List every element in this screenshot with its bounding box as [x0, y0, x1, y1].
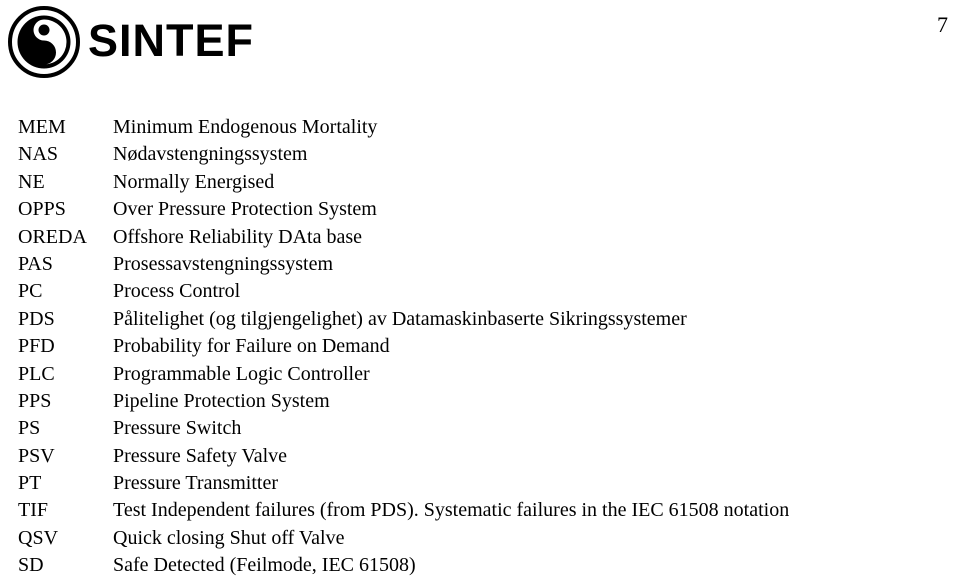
abbreviation-term: OREDA [18, 225, 87, 248]
abbreviation-row: SD Safe Detected (Feilmode, IEC 61508) [0, 552, 960, 579]
abbreviation-term: QSV [18, 526, 59, 549]
abbreviation-term: PT [18, 472, 42, 495]
page-number: 7 [937, 12, 948, 37]
abbreviation-definition: Test Independent failures (from PDS). Sy… [113, 499, 790, 522]
abbreviation-definition: Pålitelighet (og tilgjengelighet) av Dat… [113, 307, 687, 330]
abbreviation-definition: Nødavstengningssystem [113, 143, 308, 166]
abbreviation-row: PAS Prosessavstengningssystem [0, 251, 960, 278]
abbreviation-row: QSV Quick closing Shut off Valve [0, 525, 960, 552]
abbreviation-term: NE [18, 170, 45, 193]
abbreviation-term: PFD [18, 335, 55, 358]
abbreviation-row: TIF Test Independent failures (from PDS)… [0, 497, 960, 524]
abbreviation-definition: Safe Detected (Feilmode, IEC 61508) [113, 554, 416, 577]
abbreviation-row: PC Process Control [0, 278, 960, 305]
abbreviation-definition: Process Control [113, 280, 241, 303]
abbreviation-definition: Pressure Transmitter [113, 472, 278, 495]
abbreviation-term: SD [18, 554, 44, 577]
abbreviation-row: NAS Nødavstengningssystem [0, 141, 960, 168]
abbreviation-row: MEM Minimum Endogenous Mortality [0, 114, 960, 141]
abbreviation-definition: Normally Energised [113, 170, 275, 193]
abbreviation-definition: Pressure Safety Valve [113, 444, 288, 467]
abbreviation-term: PPS [18, 389, 52, 412]
abbreviation-row: PDS Pålitelighet (og tilgjengelighet) av… [0, 306, 960, 333]
abbreviation-row: OREDA Offshore Reliability DAta base [0, 224, 960, 251]
abbreviation-term: PS [18, 417, 41, 440]
abbreviation-term: PSV [18, 444, 55, 467]
abbreviation-term: PAS [18, 252, 53, 275]
sintef-logo: SINTEF [8, 6, 254, 78]
abbreviation-definition: Pressure Switch [113, 417, 242, 440]
abbreviation-row: PSV Pressure Safety Valve [0, 443, 960, 470]
abbreviation-term: PC [18, 280, 43, 303]
abbreviation-term: MEM [18, 116, 66, 138]
abbreviation-row: PLC Programmable Logic Controller [0, 361, 960, 388]
sintef-circle-logo-icon [8, 6, 80, 78]
abbreviation-term: NAS [18, 143, 59, 166]
abbreviation-row: NE Normally Energised [0, 169, 960, 196]
abbreviation-definition: Offshore Reliability DAta base [113, 225, 363, 248]
abbreviation-definition: Pipeline Protection System [113, 389, 330, 412]
abbreviation-term: PLC [18, 362, 55, 385]
abbreviation-term: OPPS [18, 198, 66, 221]
abbreviation-list: MEM Minimum Endogenous Mortality NAS Nød… [0, 114, 960, 580]
abbreviation-row: PPS Pipeline Protection System [0, 388, 960, 415]
abbreviation-definition: Quick closing Shut off Valve [113, 526, 345, 549]
abbreviation-row: OPPS Over Pressure Protection System [0, 196, 960, 223]
abbreviation-definition: Minimum Endogenous Mortality [113, 116, 378, 138]
page-header: SINTEF 7 [0, 0, 960, 104]
abbreviation-definition: Over Pressure Protection System [113, 198, 377, 221]
abbreviation-definition: Probability for Failure on Demand [113, 335, 390, 358]
abbreviation-definition: Prosessavstengningssystem [113, 252, 333, 275]
abbreviation-row: PS Pressure Switch [0, 415, 960, 442]
abbreviation-row: PFD Probability for Failure on Demand [0, 333, 960, 360]
abbreviation-row: PT Pressure Transmitter [0, 470, 960, 497]
abbreviation-term: TIF [18, 499, 48, 522]
abbreviation-definition: Programmable Logic Controller [113, 362, 370, 385]
abbreviation-term: PDS [18, 307, 55, 330]
sintef-wordmark: SINTEF [88, 14, 255, 66]
